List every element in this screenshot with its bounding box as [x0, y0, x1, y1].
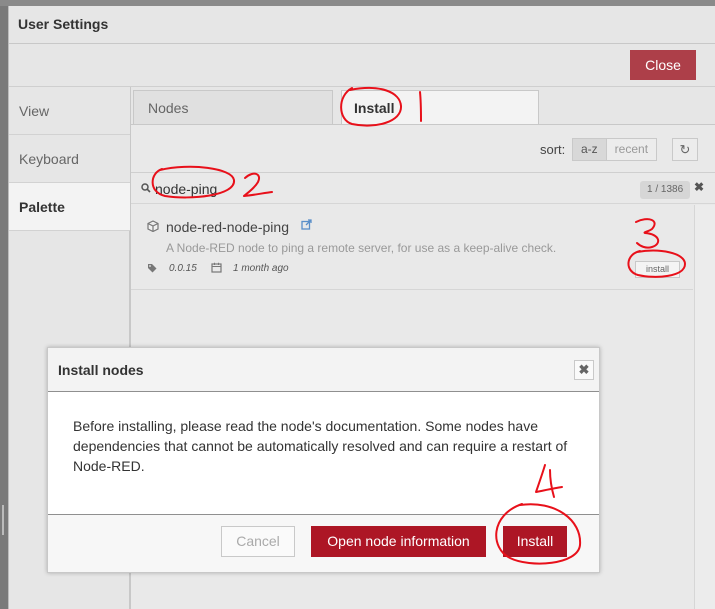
sidebar-item-keyboard[interactable]: Keyboard	[9, 135, 130, 183]
package-icon	[147, 220, 159, 235]
calendar-icon	[211, 262, 222, 276]
close-button[interactable]: Close	[630, 50, 696, 80]
tag-icon	[147, 263, 157, 276]
sort-recent-button[interactable]: recent	[605, 139, 657, 160]
window-header: User Settings	[9, 6, 715, 44]
cancel-button[interactable]: Cancel	[221, 526, 295, 557]
sort-az-button[interactable]: a-z	[573, 139, 606, 160]
external-link-icon[interactable]	[301, 219, 312, 233]
list-item[interactable]: node-red-node-ping A Node-RED node to pi…	[131, 205, 693, 290]
install-button[interactable]: Install	[503, 526, 567, 557]
dialog-title: Install nodes	[58, 362, 144, 378]
sort-label: sort:	[540, 142, 566, 157]
dialog-header: Install nodes ✖	[48, 348, 599, 392]
dialog-message: Before installing, please read the node'…	[73, 418, 568, 474]
tab-nodes[interactable]: Nodes	[133, 90, 333, 125]
sidebar-item-palette[interactable]: Palette	[9, 183, 130, 231]
search-input[interactable]: node-ping	[155, 181, 217, 197]
window-title: User Settings	[18, 16, 109, 32]
package-name: node-red-node-ping	[166, 219, 289, 235]
dialog-footer: Cancel Open node information Install	[48, 514, 599, 572]
sidebar-item-view[interactable]: View	[9, 87, 130, 135]
close-icon[interactable]: ✖	[694, 180, 704, 194]
package-install-button[interactable]: install	[635, 261, 680, 278]
refresh-button[interactable]: ↻	[672, 138, 698, 161]
search-row[interactable]: node-ping 1 / 1386 ✖	[131, 172, 715, 204]
scrollbar[interactable]	[694, 205, 715, 609]
resize-handle[interactable]	[2, 505, 4, 535]
search-icon	[141, 182, 151, 196]
tab-install[interactable]: Install	[341, 90, 539, 125]
install-nodes-dialog: Install nodes ✖ Before installing, pleas…	[47, 347, 600, 573]
package-updated: 1 month ago	[233, 263, 289, 274]
dialog-close-icon[interactable]: ✖	[574, 360, 594, 380]
result-count-badge: 1 / 1386	[640, 181, 691, 199]
open-node-information-button[interactable]: Open node information	[311, 526, 486, 557]
package-description: A Node-RED node to ping a remote server,…	[166, 241, 557, 255]
package-version: 0.0.15	[169, 263, 197, 274]
sort-toggle: a-z recent	[572, 138, 658, 161]
refresh-icon: ↻	[679, 142, 691, 157]
